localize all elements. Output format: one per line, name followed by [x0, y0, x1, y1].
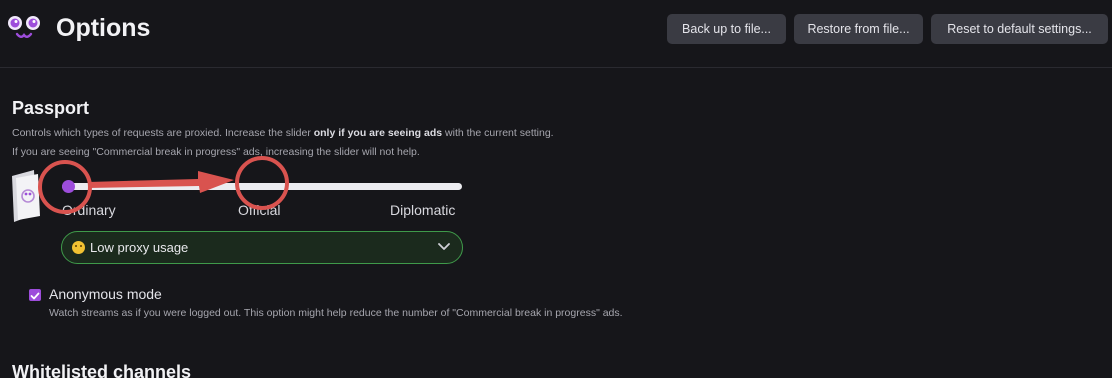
passport-description-bold: only if you are seeing ads — [313, 127, 443, 139]
chevron-down-icon — [438, 243, 450, 250]
smiley-icon — [72, 241, 85, 254]
passport-section-title: Passport — [12, 98, 90, 118]
header: Options Back up to file... Restore from … — [0, 0, 1112, 68]
passport-description-prefix: Controls which types of requests are pro… — [12, 127, 314, 139]
whitelisted-channels-title: Whitelisted channels — [12, 362, 192, 378]
passport-description-suffix: with the current setting. — [442, 127, 554, 139]
slider-label-official: Official — [238, 202, 281, 218]
passport-description-line-2: If you are seeing "Commercial break in p… — [12, 146, 420, 158]
anonymous-mode-description: Watch streams as if you were logged out.… — [49, 307, 623, 319]
passport-icon — [12, 170, 40, 222]
proxy-usage-select[interactable]: Low proxy usage — [61, 231, 463, 264]
options-page: Options Back up to file... Restore from … — [0, 0, 1112, 378]
checkmark-icon — [30, 292, 40, 300]
anonymous-mode-checkbox[interactable] — [29, 289, 41, 301]
proxy-usage-selected-value: Low proxy usage — [90, 240, 189, 255]
anonymous-mode-label[interactable]: Anonymous mode — [49, 286, 162, 302]
slider-label-diplomatic: Diplomatic — [390, 202, 456, 218]
reset-default-settings-button[interactable]: Reset to default settings... — [931, 14, 1108, 44]
slider-label-ordinary: Ordinary — [62, 202, 116, 218]
app-logo-icon — [8, 16, 40, 38]
page-title: Options — [56, 14, 151, 42]
passport-slider-thumb[interactable] — [62, 180, 75, 193]
restore-from-file-button[interactable]: Restore from file... — [794, 14, 923, 44]
backup-to-file-button[interactable]: Back up to file... — [667, 14, 786, 44]
passport-description-line-1: Controls which types of requests are pro… — [12, 127, 554, 139]
passport-level-slider[interactable] — [62, 183, 462, 190]
